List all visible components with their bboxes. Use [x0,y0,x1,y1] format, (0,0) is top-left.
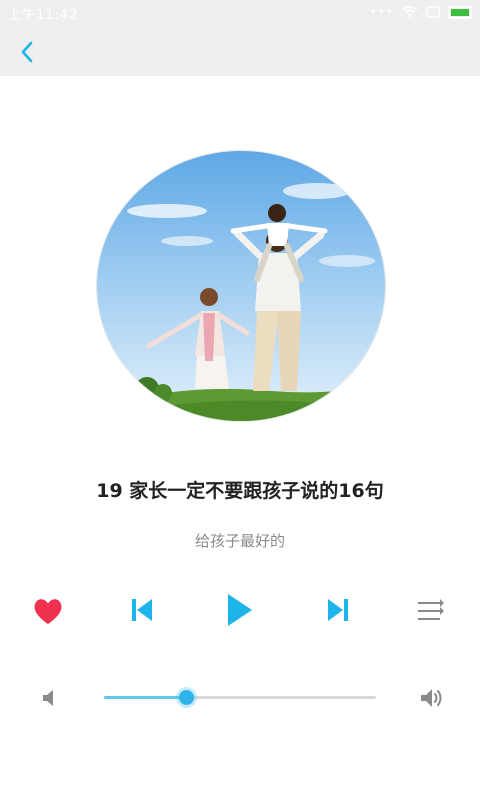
skip-previous-icon[interactable] [128,596,156,624]
volume-high-icon[interactable] [418,686,446,710]
volume-slider[interactable] [104,690,376,705]
volume-slider-fill [104,696,186,699]
cover-photo [97,151,385,421]
heart-icon[interactable] [32,596,64,626]
status-bar: 上午11:42 ••• [0,0,480,26]
album-cover [96,150,386,422]
volume-low-icon[interactable] [40,688,60,708]
status-time: 上午11:42 [8,8,79,23]
app-bar [0,26,480,76]
status-icons: ••• [370,5,472,19]
playlist-icon[interactable] [416,598,446,624]
battery-icon [448,5,472,19]
volume-slider-thumb[interactable] [178,690,194,705]
track-title: 19 家长一定不要跟孩子说的16句 [96,480,384,502]
track-subtitle: 给孩子最好的 [194,532,285,550]
chevron-left-icon[interactable] [14,38,42,66]
play-icon[interactable] [224,592,254,628]
sim-icon [426,6,440,18]
battery-level [451,8,469,16]
skip-next-icon[interactable] [324,596,352,624]
wifi-icon [402,6,418,18]
signal-dots-icon: ••• [369,5,394,19]
